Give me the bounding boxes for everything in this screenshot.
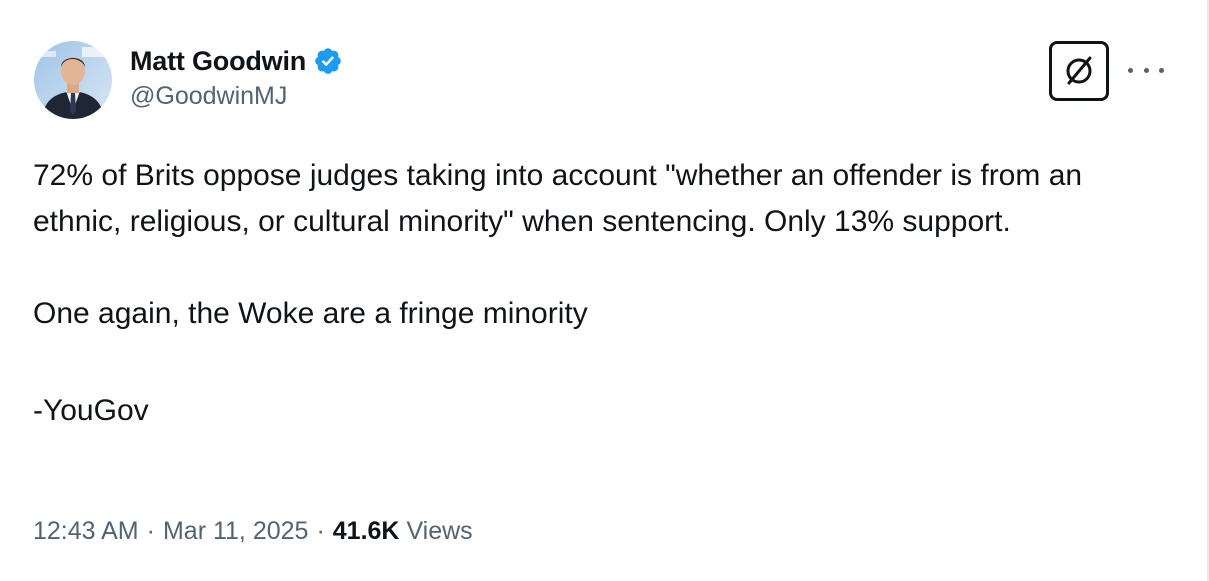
tweet-meta: 12:43 AM · Mar 11, 2025 · 41.6K Views (33, 517, 473, 546)
meta-separator: · (146, 517, 155, 545)
grok-icon (1066, 56, 1092, 85)
tweet-time[interactable]: 12:43 AM (33, 517, 139, 545)
tweet-paragraph: One again, the Woke are a fringe minorit… (33, 297, 588, 330)
more-icon (1128, 67, 1133, 73)
tweet-paragraph: -YouGov (33, 394, 149, 427)
views-count[interactable]: 41.6K (333, 517, 400, 545)
views-label: Views (406, 517, 473, 545)
avatar[interactable] (34, 41, 112, 119)
meta-separator: · (316, 517, 325, 545)
more-options-button[interactable] (1128, 58, 1164, 82)
name-row: Matt Goodwin (130, 42, 343, 80)
avatar-image (34, 41, 112, 119)
verified-badge-icon[interactable] (313, 46, 343, 76)
author-block: Matt Goodwin @GoodwinMJ (130, 42, 343, 111)
more-icon-dot (1159, 67, 1164, 73)
tweet-date[interactable]: Mar 11, 2025 (163, 517, 308, 545)
more-icon-dot (1143, 67, 1149, 73)
author-handle[interactable]: @GoodwinMJ (130, 82, 343, 111)
grok-button[interactable] (1049, 41, 1109, 101)
author-name[interactable]: Matt Goodwin (130, 46, 306, 77)
tweet-text: 72% of Brits oppose judges taking into a… (33, 153, 1163, 434)
tweet-paragraph: 72% of Brits oppose judges taking into a… (33, 159, 1083, 238)
tweet-card: Matt Goodwin @GoodwinMJ 72% of Brits opp… (0, 0, 1209, 581)
